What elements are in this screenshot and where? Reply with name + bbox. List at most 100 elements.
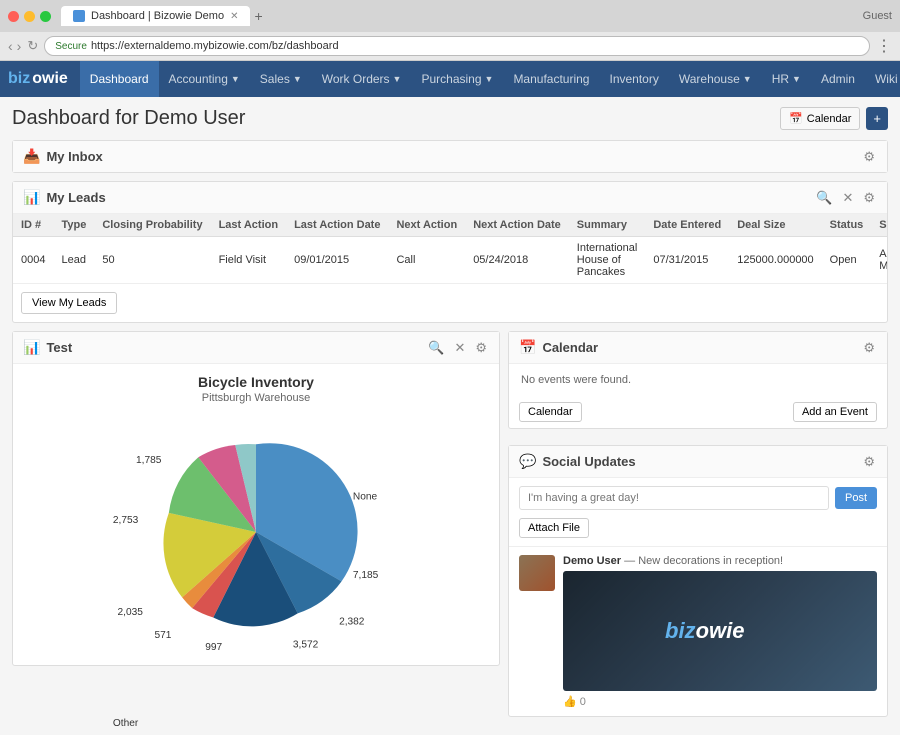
- nav-items: Dashboard Accounting ▼ Sales ▼ Work Orde…: [80, 61, 900, 97]
- like-count: 0: [580, 696, 586, 708]
- social-actions: ⚙: [861, 454, 877, 470]
- col-type: Type: [53, 214, 94, 237]
- browser-menu-button[interactable]: ⋮: [876, 36, 892, 56]
- header-actions: 📅 Calendar +: [780, 107, 888, 130]
- cell-type: Lead: [53, 237, 94, 284]
- new-tab-button[interactable]: +: [254, 8, 262, 24]
- post-meta: Demo User — New decorations in reception…: [563, 555, 877, 567]
- leads-table-header-row: ID # Type Closing Probability Last Actio…: [13, 214, 887, 237]
- cell-next-action-date: 05/24/2018: [465, 237, 569, 284]
- back-button[interactable]: ‹: [8, 38, 13, 54]
- calendar-btn-label: Calendar: [807, 113, 852, 125]
- nav-item-dashboard[interactable]: Dashboard: [80, 61, 159, 97]
- social-icon: 💬: [519, 453, 536, 470]
- minimize-dot[interactable]: [24, 11, 35, 22]
- nav-item-workorders[interactable]: Work Orders ▼: [312, 61, 412, 97]
- cell-closing-prob: 50: [94, 237, 210, 284]
- post-action: — New decorations in reception!: [624, 555, 783, 567]
- app-nav: bizowie Dashboard Accounting ▼ Sales ▼ W…: [0, 61, 900, 97]
- nav-item-accounting[interactable]: Accounting ▼: [159, 61, 250, 97]
- nav-item-manufacturing[interactable]: Manufacturing: [503, 61, 599, 97]
- forward-button[interactable]: ›: [17, 38, 22, 54]
- post-content: Demo User — New decorations in reception…: [563, 555, 877, 708]
- leads-table-body: 0004 Lead 50 Field Visit 09/01/2015 Call…: [13, 237, 887, 284]
- test-close-button[interactable]: ✕: [452, 340, 467, 356]
- nav-item-hr[interactable]: HR ▼: [762, 61, 811, 97]
- nav-item-warehouse[interactable]: Warehouse ▼: [669, 61, 762, 97]
- col-date-entered: Date Entered: [645, 214, 729, 237]
- secure-badge: Secure: [55, 41, 87, 52]
- post-likes: 👍 0: [563, 695, 877, 708]
- col-sales-rep: Sales Rep: [871, 214, 887, 237]
- chart-container: Bicycle Inventory Pittsburgh Warehouse: [13, 364, 499, 665]
- thumbs-up-icon[interactable]: 👍: [563, 695, 577, 708]
- cell-deal-size: 125000.000000: [729, 237, 821, 284]
- label-2753: 2,753: [113, 515, 139, 526]
- social-input[interactable]: [519, 486, 829, 510]
- cell-last-action-date: 09/01/2015: [286, 237, 388, 284]
- col-next-action-date: Next Action Date: [465, 214, 569, 237]
- maximize-dot[interactable]: [40, 11, 51, 22]
- pie-chart-wrapper: None 7,185 2,382 3,572 997 571: [23, 412, 489, 655]
- calendar-actions: ⚙: [861, 340, 877, 356]
- test-search-button[interactable]: 🔍: [426, 340, 446, 356]
- nav-item-wiki[interactable]: Wiki: [865, 61, 900, 97]
- calendar-button[interactable]: 📅 Calendar: [780, 107, 860, 130]
- browser-addressbar: ‹ › ↻ Secure https://externaldemo.mybizo…: [0, 32, 900, 60]
- nav-item-admin[interactable]: Admin: [811, 61, 865, 97]
- leads-search-button[interactable]: 🔍: [814, 190, 834, 206]
- post-button[interactable]: Post: [835, 487, 877, 509]
- test-panel-header: 📊 Test 🔍 ✕ ⚙: [13, 332, 499, 364]
- post-username: Demo User: [563, 555, 621, 567]
- svg-text:bizowie: bizowie: [665, 618, 744, 643]
- col-closing-prob: Closing Probability: [94, 214, 210, 237]
- calendar-config-button[interactable]: ⚙: [861, 340, 877, 356]
- leads-config-button[interactable]: ⚙: [861, 190, 877, 206]
- leads-close-button[interactable]: ✕: [840, 190, 855, 206]
- calendar-icon: 📅: [789, 112, 803, 125]
- cell-last-action: Field Visit: [211, 237, 287, 284]
- nav-item-purchasing[interactable]: Purchasing ▼: [411, 61, 503, 97]
- nav-item-sales[interactable]: Sales ▼: [250, 61, 312, 97]
- table-row: 0004 Lead 50 Field Visit 09/01/2015 Call…: [13, 237, 887, 284]
- app-logo: bizowie: [8, 70, 68, 88]
- col-next-action: Next Action: [388, 214, 465, 237]
- inbox-config-button[interactable]: ⚙: [861, 149, 877, 165]
- avatar: [519, 555, 555, 591]
- cell-id: 0004: [13, 237, 53, 284]
- cell-summary: International House of Pancakes: [569, 237, 646, 284]
- test-actions: 🔍 ✕ ⚙: [426, 340, 489, 356]
- chart-subtitle: Pittsburgh Warehouse: [202, 392, 310, 404]
- test-config-button[interactable]: ⚙: [473, 340, 489, 356]
- calendar-nav-button[interactable]: Calendar: [519, 402, 582, 422]
- nav-item-inventory[interactable]: Inventory: [599, 61, 668, 97]
- social-panel-header: 💬 Social Updates ⚙: [509, 446, 887, 478]
- test-title: Test: [46, 340, 426, 355]
- post-image: bizowie: [563, 571, 877, 691]
- label-997: 997: [205, 642, 222, 653]
- refresh-button[interactable]: ↻: [27, 38, 38, 54]
- browser-tab[interactable]: Dashboard | Bizowie Demo ✕: [61, 6, 250, 26]
- attach-file-btn-wrapper: Attach File: [509, 518, 887, 546]
- cell-status: Open: [822, 237, 872, 284]
- test-panel: 📊 Test 🔍 ✕ ⚙ Bicycle Inventory Pittsburg…: [12, 331, 500, 666]
- tab-title: Dashboard | Bizowie Demo: [91, 10, 224, 22]
- leads-table-container: ID # Type Closing Probability Last Actio…: [13, 214, 887, 284]
- add-widget-button[interactable]: +: [866, 107, 888, 130]
- attach-file-button[interactable]: Attach File: [519, 518, 589, 538]
- inbox-panel: 📥 My Inbox ⚙: [12, 140, 888, 173]
- address-bar[interactable]: Secure https://externaldemo.mybizowie.co…: [44, 36, 870, 56]
- browser-titlebar: Dashboard | Bizowie Demo ✕ + Guest: [0, 0, 900, 32]
- social-title: Social Updates: [542, 454, 861, 469]
- close-dot[interactable]: [8, 11, 19, 22]
- view-leads-button[interactable]: View My Leads: [21, 292, 117, 314]
- social-config-button[interactable]: ⚙: [861, 454, 877, 470]
- post-logo-svg: bizowie: [660, 616, 780, 646]
- pie-chart-svg: None 7,185 2,382 3,572 997 571: [23, 412, 489, 652]
- tab-close-button[interactable]: ✕: [230, 11, 238, 22]
- label-3572: 3,572: [293, 639, 319, 650]
- leads-table: ID # Type Closing Probability Last Actio…: [13, 214, 887, 284]
- add-event-button[interactable]: Add an Event: [793, 402, 877, 422]
- leads-title: My Leads: [46, 190, 814, 205]
- chart-icon: 📊: [23, 339, 40, 356]
